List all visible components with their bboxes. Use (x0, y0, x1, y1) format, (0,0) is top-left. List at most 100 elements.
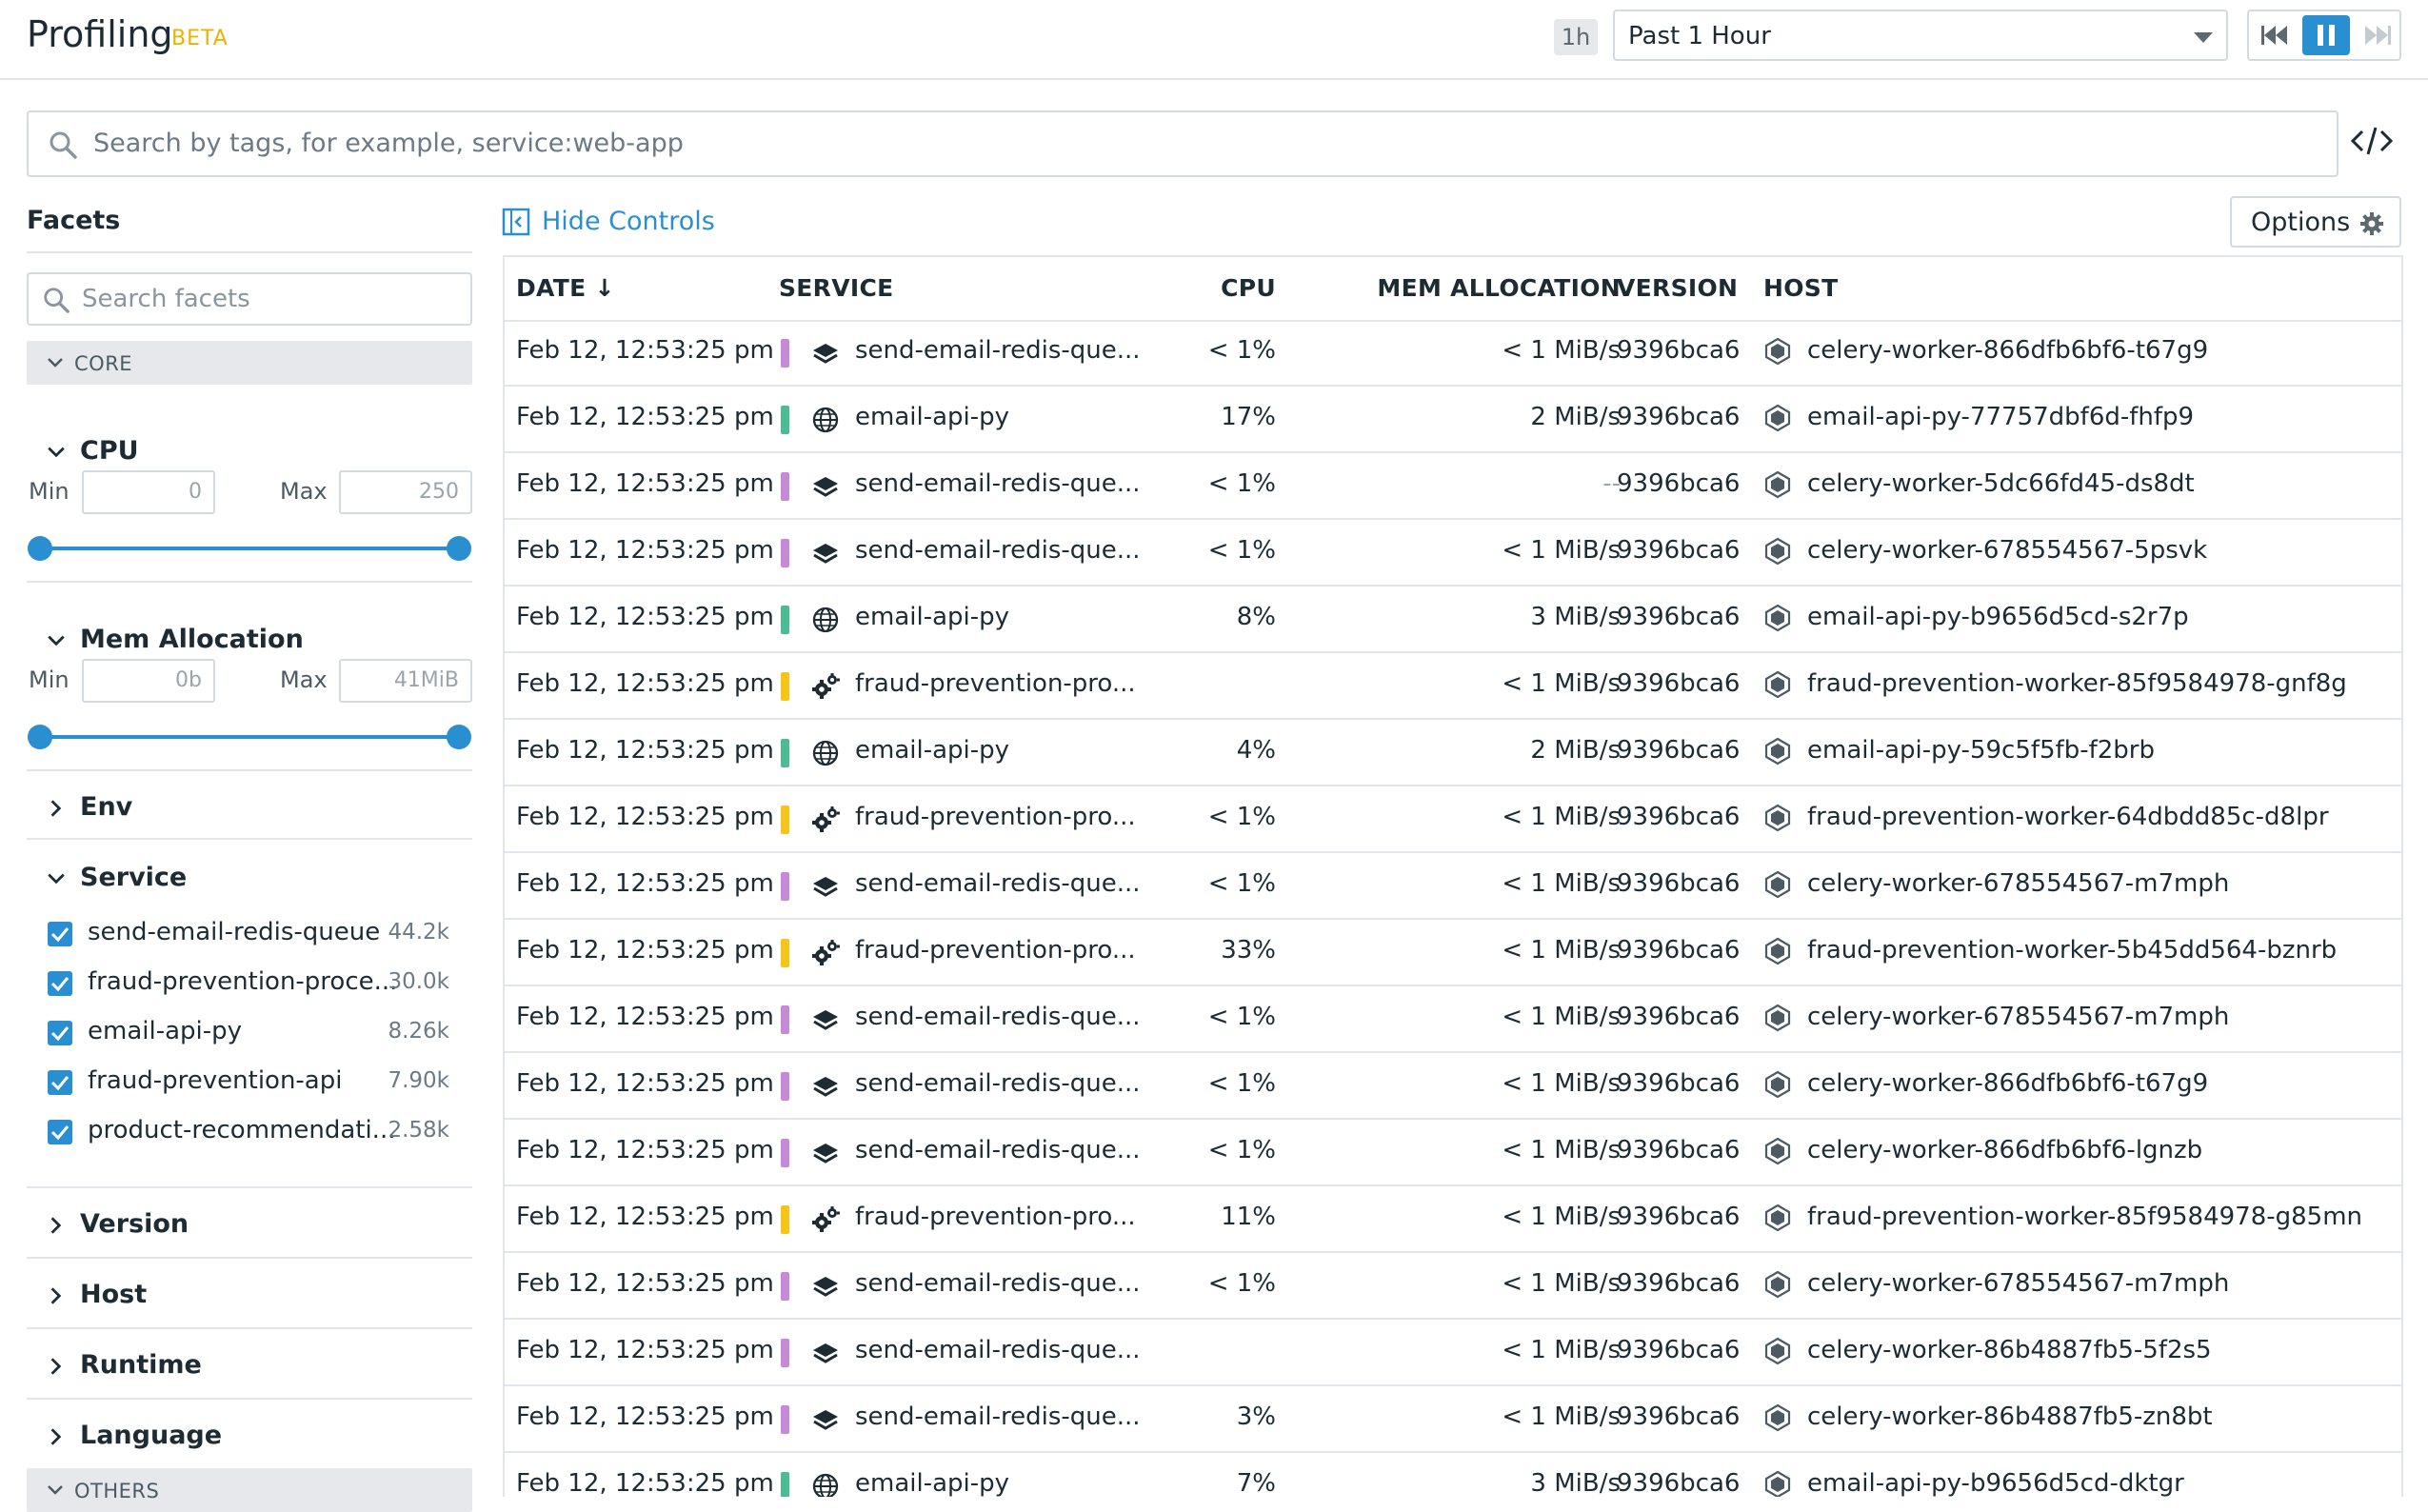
cell-service[interactable]: fraud-prevention-pro... (855, 936, 1136, 965)
cell-service[interactable]: send-email-redis-que... (855, 1136, 1141, 1164)
mem-slider-max-handle[interactable] (447, 725, 471, 749)
cpu-min-input[interactable]: 0 (82, 470, 215, 514)
checkbox-checked-icon[interactable] (48, 1120, 72, 1144)
cell-service[interactable]: send-email-redis-que... (855, 469, 1141, 498)
rewind-button[interactable] (2253, 15, 2300, 55)
cell-service[interactable]: fraud-prevention-pro... (855, 669, 1136, 698)
cell-service[interactable]: email-api-py (855, 403, 1009, 431)
cell-service[interactable]: send-email-redis-que... (855, 336, 1141, 365)
cell-host[interactable]: email-api-py-b9656d5cd-dktgr (1807, 1469, 2184, 1497)
facet-mem-allocation[interactable]: Mem Allocation (27, 619, 472, 661)
facet-search-input[interactable]: Search facets (27, 272, 472, 326)
mem-min-input[interactable]: 0b (82, 659, 215, 703)
cell-service[interactable]: email-api-py (855, 736, 1009, 765)
column-header-version[interactable]: VERSION (1617, 274, 1738, 302)
facet-version[interactable]: Version (27, 1204, 472, 1245)
fast-forward-button[interactable] (2352, 15, 2399, 55)
table-row[interactable]: Feb 12, 12:53:25 pm email-api-py 4% 2 MiB/s… (505, 720, 2401, 786)
cell-host[interactable]: celery-worker-866dfb6bf6-t67g9 (1807, 336, 2208, 365)
cell-host[interactable]: celery-worker-866dfb6bf6-lgnzb (1807, 1136, 2202, 1164)
cell-service[interactable]: send-email-redis-que... (855, 1336, 1141, 1364)
table-row[interactable]: Feb 12, 12:53:25 pm send-email-redis-que.… (505, 1120, 2401, 1186)
cell-date: Feb 12, 12:53:25 pm (516, 603, 774, 631)
table-row[interactable]: Feb 12, 12:53:25 pm fraud-prevention-pro.… (505, 920, 2401, 986)
table-row[interactable]: Feb 12, 12:53:25 pm email-api-py 7% 3 MiB/s… (505, 1453, 2401, 1497)
table-row[interactable]: Feb 12, 12:53:25 pm fraud-prevention-pro.… (505, 786, 2401, 853)
cell-service[interactable]: fraud-prevention-pro... (855, 1203, 1136, 1231)
cell-host[interactable]: fraud-prevention-worker-85f9584978-g85mn (1807, 1203, 2362, 1231)
cpu-slider-max-handle[interactable] (447, 536, 471, 561)
column-header-mem[interactable]: MEM ALLOCATION (1276, 274, 1621, 302)
cell-service[interactable]: send-email-redis-que... (855, 536, 1141, 565)
tag-search-input[interactable]: Search by tags, for example, service:web… (27, 110, 2338, 177)
cell-service[interactable]: send-email-redis-que... (855, 869, 1141, 898)
table-row[interactable]: Feb 12, 12:53:25 pm send-email-redis-que.… (505, 1053, 2401, 1120)
service-option[interactable]: fraud-prevention-api 7.90k (27, 1063, 472, 1101)
cpu-slider-min-handle[interactable] (28, 536, 52, 561)
cell-host[interactable]: celery-worker-678554567-m7mph (1807, 1269, 2229, 1298)
cell-mem-allocation: 3 MiB/s (1530, 603, 1621, 631)
cell-host[interactable]: celery-worker-678554567-m7mph (1807, 869, 2229, 898)
column-header-service[interactable]: SERVICE (779, 274, 894, 302)
checkbox-checked-icon[interactable] (48, 1070, 72, 1095)
table-row[interactable]: Feb 12, 12:53:25 pm fraud-prevention-pro.… (505, 1186, 2401, 1253)
checkbox-checked-icon[interactable] (48, 971, 72, 996)
mem-max-input[interactable]: 41MiB (339, 659, 472, 703)
cell-host[interactable]: fraud-prevention-worker-5b45dd564-bznrb (1807, 936, 2337, 965)
timeframe-select[interactable]: Past 1 Hour (1613, 10, 2228, 61)
pause-button[interactable] (2302, 15, 2350, 55)
table-row[interactable]: Feb 12, 12:53:25 pm fraud-prevention-pro.… (505, 653, 2401, 720)
options-button[interactable]: Options (2230, 196, 2401, 248)
service-option[interactable]: send-email-redis-queue 44.2k (27, 914, 472, 952)
cell-host[interactable]: email-api-py-77757dbf6d-fhfp9 (1807, 403, 2194, 431)
facet-env[interactable]: Env (27, 786, 472, 828)
column-header-host[interactable]: HOST (1763, 274, 1838, 302)
facet-service[interactable]: Service (27, 857, 472, 899)
column-header-date[interactable]: DATE ↓ (516, 274, 615, 302)
cell-service[interactable]: send-email-redis-que... (855, 1269, 1141, 1298)
facet-runtime[interactable]: Runtime (27, 1344, 472, 1386)
service-option[interactable]: email-api-py 8.26k (27, 1013, 472, 1051)
cell-host[interactable]: celery-worker-5dc66fd45-ds8dt (1807, 469, 2195, 498)
cell-host[interactable]: celery-worker-678554567-m7mph (1807, 1003, 2229, 1031)
cell-host[interactable]: celery-worker-86b4887fb5-zn8bt (1807, 1403, 2213, 1431)
cell-service[interactable]: email-api-py (855, 1469, 1009, 1497)
facet-language[interactable]: Language (27, 1415, 472, 1457)
facet-host[interactable]: Host (27, 1274, 472, 1316)
cpu-max-input[interactable]: 250 (339, 470, 472, 514)
mem-slider-track[interactable] (40, 735, 459, 739)
facet-cpu[interactable]: CPU (27, 430, 472, 472)
cell-host[interactable]: fraud-prevention-worker-85f9584978-gnf8g (1807, 669, 2347, 698)
service-option[interactable]: fraud-prevention-proce... 30.0k (27, 964, 472, 1002)
cell-host[interactable]: fraud-prevention-worker-64dbdd85c-d8lpr (1807, 803, 2329, 831)
cell-host[interactable]: celery-worker-86b4887fb5-5f2s5 (1807, 1336, 2212, 1364)
checkbox-checked-icon[interactable] (48, 922, 72, 946)
column-header-cpu[interactable]: CPU (1171, 274, 1276, 302)
cell-service[interactable]: fraud-prevention-pro... (855, 803, 1136, 831)
core-group-header[interactable]: CORE (27, 341, 472, 385)
cell-service[interactable]: send-email-redis-que... (855, 1069, 1141, 1098)
service-option[interactable]: product-recommendati... 2.58k (27, 1112, 472, 1150)
table-row[interactable]: Feb 12, 12:53:25 pm send-email-redis-que.… (505, 853, 2401, 920)
table-row[interactable]: Feb 12, 12:53:25 pm send-email-redis-que.… (505, 1320, 2401, 1386)
cpu-slider-track[interactable] (40, 547, 459, 550)
others-group-header[interactable]: OTHERS (27, 1468, 472, 1512)
table-row[interactable]: Feb 12, 12:53:25 pm email-api-py 17% 2 MiB/… (505, 387, 2401, 453)
cell-service[interactable]: send-email-redis-que... (855, 1003, 1141, 1031)
table-row[interactable]: Feb 12, 12:53:25 pm send-email-redis-que.… (505, 1386, 2401, 1453)
table-row[interactable]: Feb 12, 12:53:25 pm send-email-redis-que.… (505, 1253, 2401, 1320)
mem-slider-min-handle[interactable] (28, 725, 52, 749)
code-icon[interactable] (2350, 122, 2394, 160)
cell-service[interactable]: email-api-py (855, 603, 1009, 631)
table-row[interactable]: Feb 12, 12:53:25 pm send-email-redis-que.… (505, 986, 2401, 1053)
table-row[interactable]: Feb 12, 12:53:25 pm send-email-redis-que.… (505, 520, 2401, 587)
table-row[interactable]: Feb 12, 12:53:25 pm email-api-py 8% 3 MiB/s… (505, 587, 2401, 653)
cell-host[interactable]: celery-worker-866dfb6bf6-t67g9 (1807, 1069, 2208, 1098)
cell-host[interactable]: email-api-py-59c5f5fb-f2brb (1807, 736, 2155, 765)
cell-host[interactable]: email-api-py-b9656d5cd-s2r7p (1807, 603, 2189, 631)
checkbox-checked-icon[interactable] (48, 1021, 72, 1045)
cell-host[interactable]: celery-worker-678554567-5psvk (1807, 536, 2207, 565)
cell-service[interactable]: send-email-redis-que... (855, 1403, 1141, 1431)
table-row[interactable]: Feb 12, 12:53:25 pm send-email-redis-que.… (505, 320, 2401, 387)
table-row[interactable]: Feb 12, 12:53:25 pm send-email-redis-que.… (505, 453, 2401, 520)
